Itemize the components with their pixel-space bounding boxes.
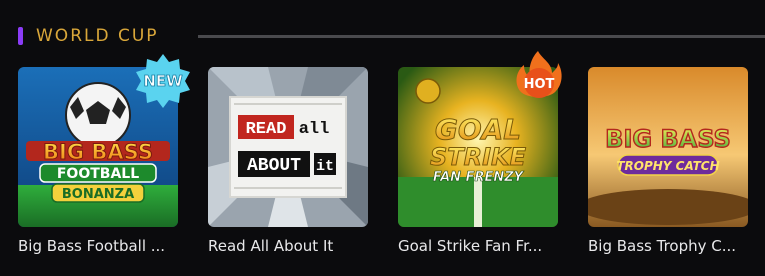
read-all-about-it-artwork: READ all ABOUT it (208, 67, 368, 227)
section-title: WORLD CUP (36, 26, 159, 46)
game-tile-goal-strike[interactable]: GOAL STRIKE FAN FRENZY HOT Goal Strike F… (398, 51, 562, 255)
hot-badge-icon: HOT (516, 51, 562, 98)
logo-all: all (299, 120, 330, 139)
logo-big-bass: BIG BASS (605, 125, 731, 153)
game-thumbnail[interactable]: BIG BASS TROPHY CATCH (588, 67, 748, 227)
logo-about: ABOUT (247, 156, 301, 176)
game-tile-read-all-about-it[interactable]: READ all ABOUT it Read All About It (208, 67, 368, 255)
game-title[interactable]: Big Bass Football ... (18, 237, 193, 255)
game-title[interactable]: Goal Strike Fan Fr... (398, 237, 573, 255)
section-divider (198, 35, 765, 38)
logo-goal: GOAL (435, 113, 521, 146)
hot-badge-label: HOT (524, 77, 555, 92)
section-header: WORLD CUP (18, 25, 765, 47)
logo-it: it (316, 158, 334, 175)
new-badge-label: NEW (143, 72, 183, 90)
logo-trophy-catch: TROPHY CATCH (616, 159, 719, 173)
new-badge-icon: NEW (136, 54, 190, 108)
logo-line-2: FOOTBALL (57, 166, 139, 182)
game-tile-big-bass-football[interactable]: BIG BASS FOOTBALL BONANZA NEW Big Bass F… (18, 54, 190, 255)
section-accent-bar (18, 27, 23, 45)
game-title[interactable]: Big Bass Trophy C... (588, 237, 763, 255)
game-title[interactable]: Read All About It (208, 237, 383, 255)
big-bass-trophy-artwork: BIG BASS TROPHY CATCH (588, 67, 748, 227)
logo-line-3: BONANZA (62, 187, 134, 202)
logo-fan-frenzy: FAN FRENZY (433, 170, 525, 185)
game-thumbnail[interactable]: READ all ABOUT it (208, 67, 368, 227)
game-tile-big-bass-trophy[interactable]: BIG BASS TROPHY CATCH Big Bass Trophy C.… (588, 67, 748, 255)
logo-strike: STRIKE (430, 143, 527, 171)
logo-read: READ (246, 120, 287, 139)
logo-line-1: BIG BASS (43, 140, 153, 164)
